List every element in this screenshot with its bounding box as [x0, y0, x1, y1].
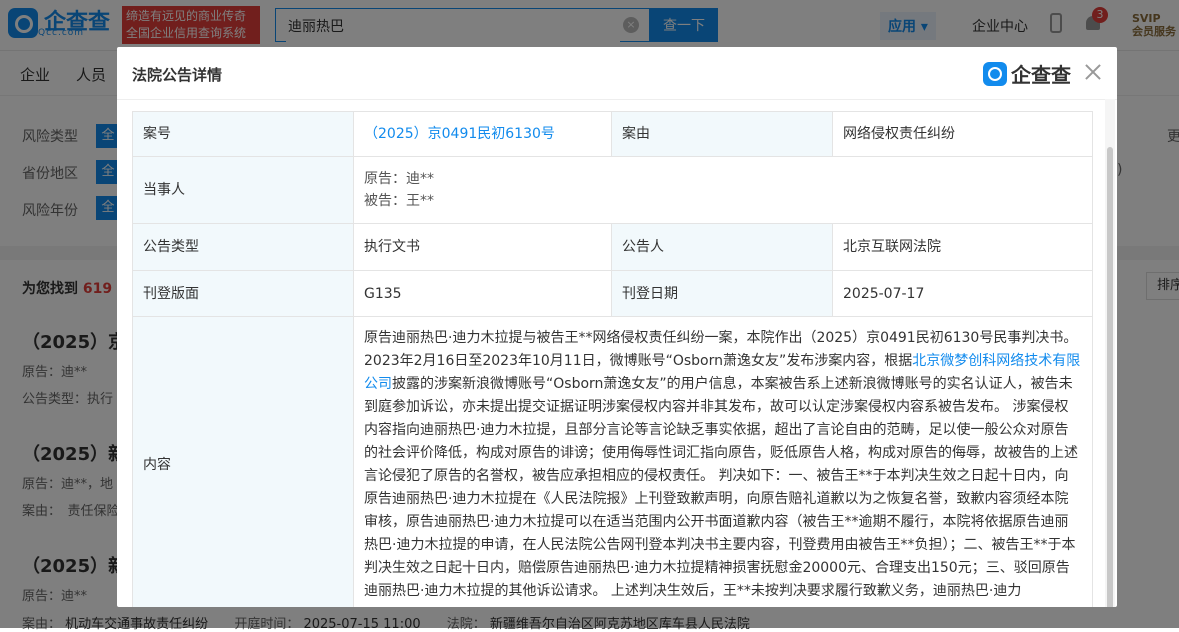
defendant: 被告：王**: [364, 193, 434, 209]
modal-title: 法院公告详情: [132, 66, 223, 84]
modal-header: 法院公告详情 企查查: [117, 47, 1117, 100]
detail-table: 案号 （2025）京0491民初6130号 案由 网络侵权责任纠纷 当事人 原告…: [132, 111, 1093, 607]
table-row: 案号 （2025）京0491民初6130号 案由 网络侵权责任纠纷: [132, 111, 1093, 157]
scroll-thumb[interactable]: [1107, 147, 1113, 607]
modal-body: 案号 （2025）京0491民初6130号 案由 网络侵权责任纠纷 当事人 原告…: [132, 111, 1093, 607]
case-no-value[interactable]: （2025）京0491民初6130号: [353, 111, 612, 157]
page-value: G135: [353, 270, 612, 317]
type-value: 执行文书: [353, 223, 612, 271]
close-icon[interactable]: [1082, 61, 1104, 83]
date-value: 2025-07-17: [832, 270, 1093, 317]
content-part-2: 披露的涉案新浪微博账号“Osborn萧逸女友”的用户信息，本案被告系上述新浪微博…: [364, 376, 1078, 599]
modal-logo-text: 企查查: [1011, 63, 1071, 87]
table-row: 内容 原告迪丽热巴·迪力木拉提与被告王**网络侵权责任纠纷一案，本院作出（202…: [132, 316, 1093, 607]
case-no-label: 案号: [132, 111, 354, 157]
party-value: 原告：迪** 被告：王**: [353, 156, 1093, 224]
court-notice-modal: 法院公告详情 企查查 案号 （2025）京0491民初6130号 案由 网络侵权…: [117, 47, 1117, 607]
date-label: 刊登日期: [611, 270, 833, 317]
table-row: 当事人 原告：迪** 被告：王**: [132, 156, 1093, 224]
cause-value: 网络侵权责任纠纷: [832, 111, 1093, 157]
content-value: 原告迪丽热巴·迪力木拉提与被告王**网络侵权责任纠纷一案，本院作出（2025）京…: [353, 316, 1093, 607]
cause-label: 案由: [611, 111, 833, 157]
plaintiff: 原告：迪**: [364, 171, 434, 187]
content-label: 内容: [132, 316, 354, 607]
page-label: 刊登版面: [132, 270, 354, 317]
modal-scrollbar[interactable]: [1105, 99, 1115, 607]
announcer-label: 公告人: [611, 223, 833, 271]
table-row: 刊登版面 G135 刊登日期 2025-07-17: [132, 270, 1093, 317]
type-label: 公告类型: [132, 223, 354, 271]
logo-icon: [983, 61, 1007, 86]
modal-logo: 企查查: [983, 59, 1071, 88]
announcer-value: 北京互联网法院: [832, 223, 1093, 271]
table-row: 公告类型 执行文书 公告人 北京互联网法院: [132, 223, 1093, 271]
party-label: 当事人: [132, 156, 354, 224]
